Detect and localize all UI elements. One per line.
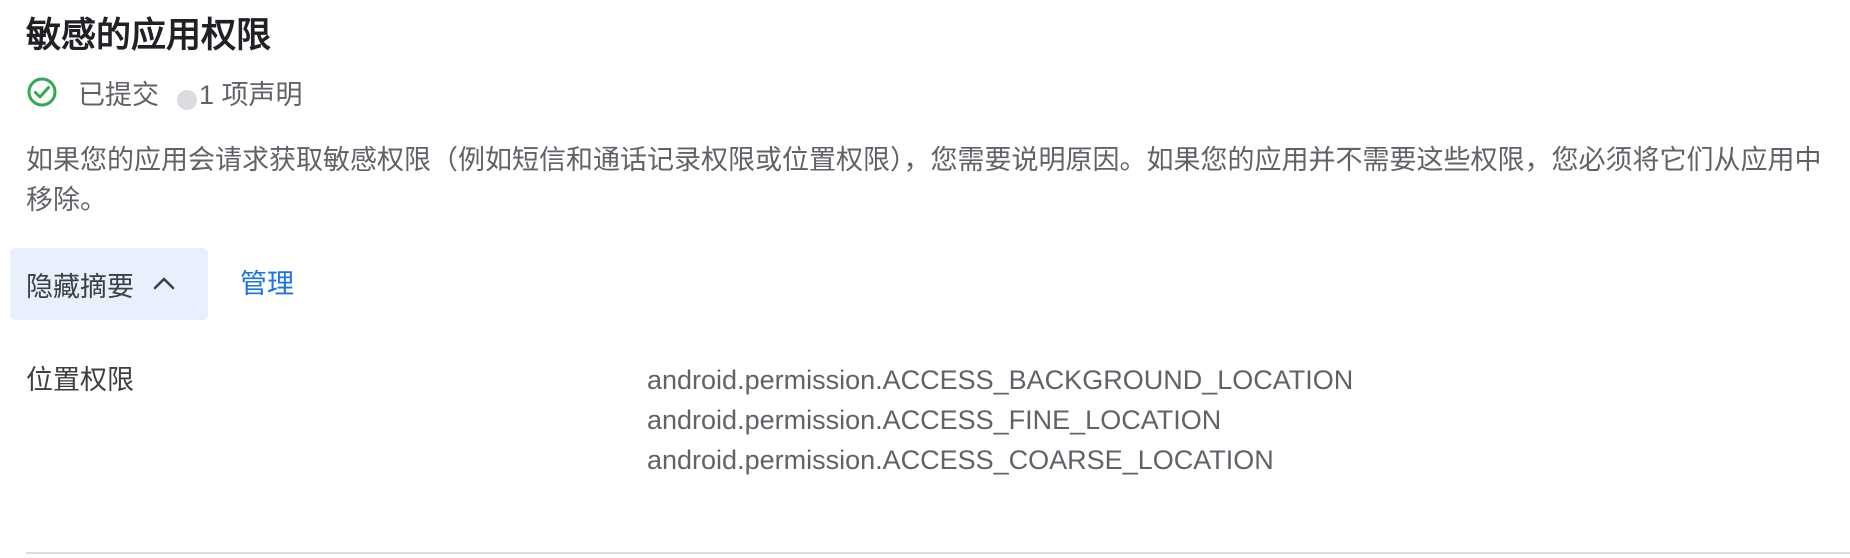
permission-group-label: 位置权限	[26, 365, 134, 395]
section-title: 敏感的应用权限	[26, 16, 272, 55]
check-circle-icon	[26, 76, 58, 108]
hide-summary-button[interactable]: 隐藏摘要	[10, 248, 208, 320]
permission-list: android.permission.ACCESS_BACKGROUND_LOC…	[647, 360, 1353, 480]
permission-item: android.permission.ACCESS_COARSE_LOCATIO…	[647, 445, 1274, 475]
permission-item: android.permission.ACCESS_FINE_LOCATION	[647, 405, 1222, 435]
separator-dot-icon	[177, 90, 197, 110]
submitted-status-label: 已提交	[78, 79, 159, 110]
status-row: 已提交 1 项声明	[26, 72, 303, 112]
sensitive-permissions-section: 敏感的应用权限 已提交 1 项声明 如果您的应用会请求获取敏感权限（例如短信和通…	[0, 0, 1850, 558]
section-description: 如果您的应用会请求获取敏感权限（例如短信和通话记录权限或位置权限），您需要说明原…	[26, 145, 1822, 215]
declaration-count-label: 1 项声明	[199, 79, 303, 110]
section-divider	[26, 552, 1850, 554]
hide-summary-label: 隐藏摘要	[26, 271, 134, 302]
manage-link[interactable]: 管理	[240, 262, 294, 306]
chevron-up-icon	[150, 270, 178, 298]
permission-item: android.permission.ACCESS_BACKGROUND_LOC…	[647, 365, 1354, 395]
